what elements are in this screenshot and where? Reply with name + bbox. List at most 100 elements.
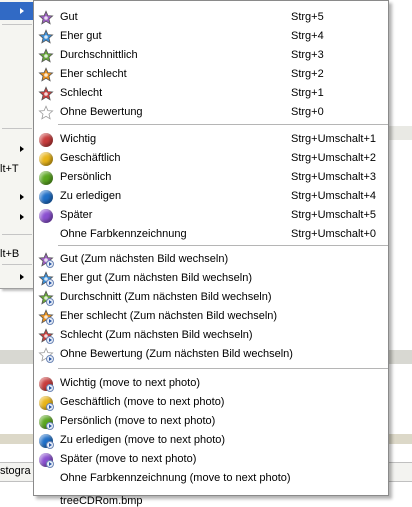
menu-item-label: Zu erledigen <box>60 190 122 202</box>
menu-item[interactable]: Ohne Bewertung Strg+0 <box>34 103 388 122</box>
menu-item-label: Eher schlecht <box>60 68 127 80</box>
menu-item[interactable]: Geschäftlich Strg+Umschalt+2 <box>34 149 388 168</box>
menu-item[interactable]: Zu erledigen Strg+Umschalt+4 <box>34 187 388 206</box>
star-green-next-icon <box>38 290 54 306</box>
menu-item[interactable]: Schlecht (Zum nächsten Bild wechseln) <box>34 326 388 345</box>
menu-item-label: Zu erledigen (move to next photo) <box>60 434 226 446</box>
parent-menu-shortcut: lt+T <box>0 163 19 175</box>
menu-item-label: Persönlich (move to next photo) <box>60 415 216 427</box>
circle-blue-next-icon <box>38 433 54 449</box>
submenu-arrow-icon <box>20 8 24 14</box>
menu-item-shortcut: Strg+Umschalt+3 <box>291 171 376 183</box>
circle-green-next-icon <box>38 414 54 430</box>
menu-item-label: Ohne Bewertung (Zum nächsten Bild wechse… <box>60 348 293 360</box>
menu-item-shortcut: Strg+5 <box>291 11 324 23</box>
menu-item-label: Ohne Farbkennzeichnung (move to next pho… <box>60 472 291 484</box>
circle-red-icon <box>38 132 54 148</box>
menu-item[interactable]: Ohne Farbkennzeichnung (move to next pho… <box>34 469 388 488</box>
menu-item-label: Später <box>60 209 93 221</box>
menu-item-label: Wichtig (move to next photo) <box>60 377 201 389</box>
menu-item-label: Eher gut (Zum nächsten Bild wechseln) <box>60 272 252 284</box>
menu-item[interactable]: Wichtig (move to next photo) <box>34 374 388 393</box>
menu-item[interactable]: Ohne Farbkennzeichnung Strg+Umschalt+0 <box>34 225 388 244</box>
histogram-tab[interactable]: stogra <box>0 465 31 477</box>
menu-item-label: Durchschnitt (Zum nächsten Bild wechseln… <box>60 291 272 303</box>
star-orange-icon <box>38 67 54 83</box>
menu-item[interactable]: Gut (Zum nächsten Bild wechseln) <box>34 250 388 269</box>
menu-item-label: Gut <box>60 11 78 23</box>
menu-item[interactable]: Persönlich Strg+Umschalt+3 <box>34 168 388 187</box>
circle-purple-next-icon <box>38 452 54 468</box>
menu-separator <box>2 24 32 25</box>
submenu-arrow-icon[interactable] <box>20 146 24 152</box>
star-green-icon <box>38 48 54 64</box>
menu-item[interactable]: Später (move to next photo) <box>34 450 388 469</box>
submenu-arrow-icon[interactable] <box>20 194 24 200</box>
star-purple-icon <box>38 10 54 26</box>
menu-item[interactable]: Später Strg+Umschalt+5 <box>34 206 388 225</box>
menu-item-label: Ohne Bewertung <box>60 106 143 118</box>
menu-item-label: Schlecht <box>60 87 103 99</box>
circle-red-next-icon <box>38 376 54 392</box>
menu-separator <box>58 245 388 246</box>
menu-item-label: Durchschnittlich <box>60 49 138 61</box>
menu-item[interactable]: Wichtig Strg+Umschalt+1 <box>34 130 388 149</box>
menu-separator <box>2 128 32 129</box>
menu-item[interactable]: Eher schlecht (Zum nächsten Bild wechsel… <box>34 307 388 326</box>
menu-item[interactable]: Eher schlecht Strg+2 <box>34 65 388 84</box>
menu-item[interactable]: Geschäftlich (move to next photo) <box>34 393 388 412</box>
menu-item-label: Geschäftlich (move to next photo) <box>60 396 225 408</box>
menu-item[interactable]: Gut Strg+5 <box>34 8 388 27</box>
menu-item-shortcut: Strg+Umschalt+2 <box>291 152 376 164</box>
rating-label-submenu: Gut Strg+5 Eher gut Strg+4 Durchschnittlich S… <box>33 0 389 496</box>
star-red-next-icon <box>38 328 54 344</box>
menu-item-shortcut: Strg+0 <box>291 106 324 118</box>
menu-item-shortcut: Strg+4 <box>291 30 324 42</box>
submenu-arrow-icon[interactable] <box>20 274 24 280</box>
menu-item[interactable]: Persönlich (move to next photo) <box>34 412 388 431</box>
menu-item-shortcut: Strg+1 <box>291 87 324 99</box>
menu-separator <box>58 124 388 125</box>
menu-item-shortcut: Strg+Umschalt+0 <box>291 228 376 240</box>
menu-item-label: Eher schlecht (Zum nächsten Bild wechsel… <box>60 310 278 322</box>
menu-item-label: Gut (Zum nächsten Bild wechseln) <box>60 253 229 265</box>
menu-item-label: Persönlich <box>60 171 112 183</box>
menu-item-shortcut: Strg+2 <box>291 68 324 80</box>
circle-blue-icon <box>38 189 54 205</box>
star-empty-icon <box>38 105 54 121</box>
star-orange-next-icon <box>38 309 54 325</box>
menu-item[interactable]: Eher gut Strg+4 <box>34 27 388 46</box>
menu-separator <box>2 234 32 235</box>
star-blue-next-icon <box>38 271 54 287</box>
menu-item-label: Wichtig <box>60 133 97 145</box>
star-red-icon <box>38 86 54 102</box>
menu-item-label: Geschäftlich <box>60 152 121 164</box>
circle-purple-icon <box>38 208 54 224</box>
menu-item[interactable]: Schlecht Strg+1 <box>34 84 388 103</box>
menu-item-label: Eher gut <box>60 30 102 42</box>
circle-yellow-icon <box>38 151 54 167</box>
file-name-label[interactable]: treeCDRom.bmp <box>60 495 143 507</box>
menu-item-label: Schlecht (Zum nächsten Bild wechseln) <box>60 329 253 341</box>
menu-item[interactable]: Zu erledigen (move to next photo) <box>34 431 388 450</box>
menu-item[interactable]: Ohne Bewertung (Zum nächsten Bild wechse… <box>34 345 388 364</box>
menu-item-shortcut: Strg+Umschalt+1 <box>291 133 376 145</box>
circle-yellow-next-icon <box>38 395 54 411</box>
menu-item-shortcut: Strg+Umschalt+4 <box>291 190 376 202</box>
menu-separator <box>58 368 388 369</box>
menu-item[interactable]: Durchschnittlich Strg+3 <box>34 46 388 65</box>
parent-menu-item-rating[interactable] <box>0 2 34 20</box>
star-blue-icon <box>38 29 54 45</box>
parent-menu-shortcut: lt+B <box>0 248 20 260</box>
circle-green-icon <box>38 170 54 186</box>
star-empty-next-icon <box>38 347 54 363</box>
menu-item[interactable]: Eher gut (Zum nächsten Bild wechseln) <box>34 269 388 288</box>
menu-item-shortcut: Strg+Umschalt+5 <box>291 209 376 221</box>
menu-item-label: Später (move to next photo) <box>60 453 197 465</box>
menu-item-label: Ohne Farbkennzeichnung <box>60 228 187 240</box>
menu-item-shortcut: Strg+3 <box>291 49 324 61</box>
star-purple-next-icon <box>38 252 54 268</box>
parent-menu: lt+T lt+B <box>0 0 35 289</box>
submenu-arrow-icon[interactable] <box>20 214 24 220</box>
menu-item[interactable]: Durchschnitt (Zum nächsten Bild wechseln… <box>34 288 388 307</box>
